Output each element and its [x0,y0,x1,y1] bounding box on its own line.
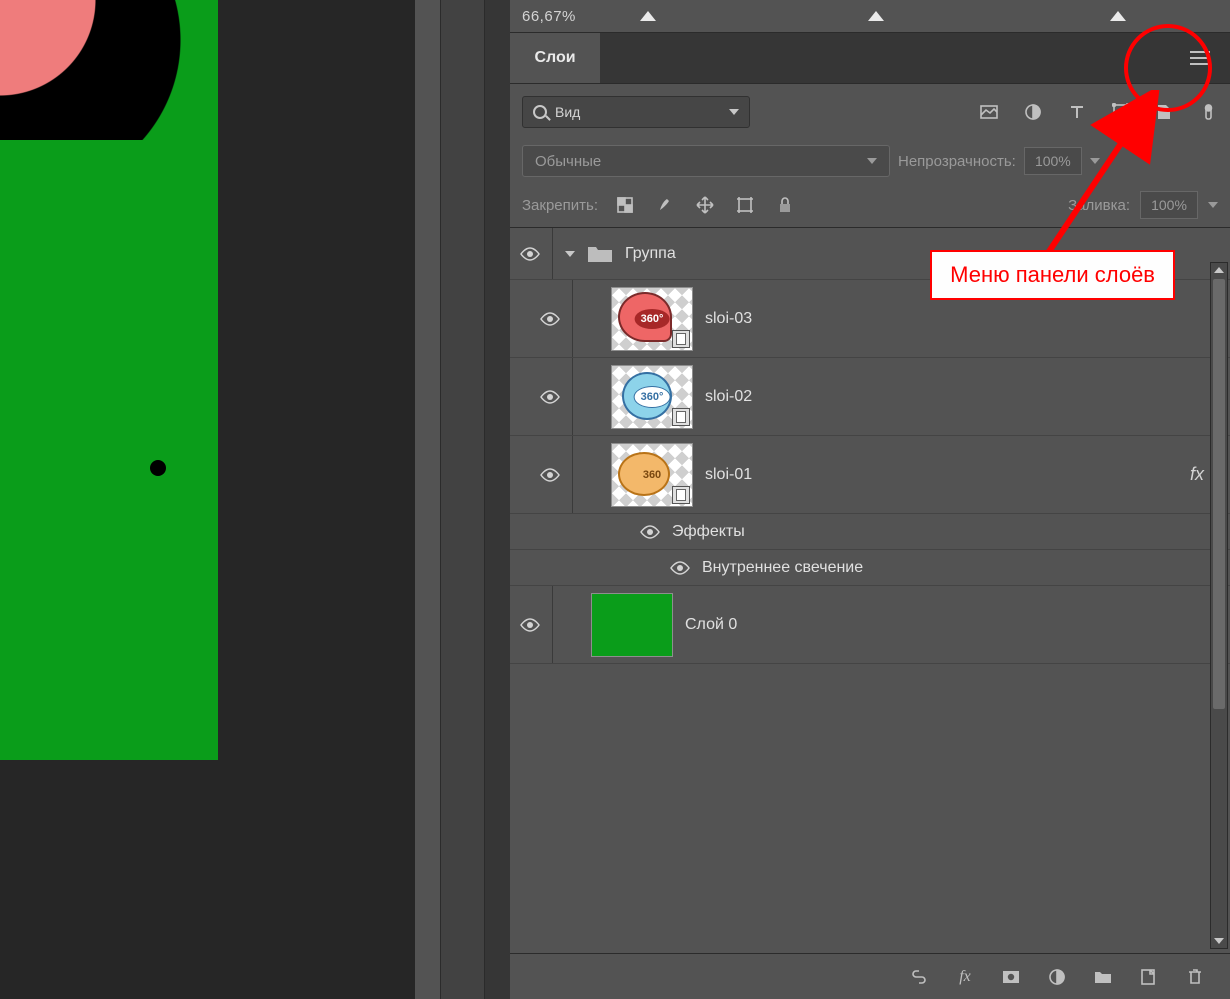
layer-filter-kind-select[interactable]: Вид [522,96,750,128]
filter-adjustment-icon[interactable] [1024,103,1042,121]
canvas-area[interactable] [0,0,415,999]
filter-pixel-icon[interactable] [980,103,998,121]
lock-label: Закрепить: [522,197,598,214]
scrollbar-thumb[interactable] [1213,279,1225,709]
slider-handle-icon[interactable] [1110,11,1126,21]
visibility-toggle[interactable] [540,390,560,404]
adjustment-layer-icon[interactable] [1048,968,1066,986]
panel-menu-button[interactable] [1170,33,1230,83]
filter-shape-icon[interactable] [1112,103,1130,121]
fill-input[interactable]: 100% [1140,191,1198,219]
blend-row: Обычные Непрозрачность: 100% [510,139,1230,183]
tab-layers[interactable]: Слои [510,33,600,83]
fx-label: fx [1190,464,1204,485]
blend-mode-value: Обычные [535,153,601,170]
chevron-down-icon [729,109,739,115]
tab-bar-spacer [600,33,1170,83]
layer-name[interactable]: sloi-02 [705,388,752,406]
filter-type-icon[interactable] [1068,103,1086,121]
slider-handle-icon[interactable] [868,11,884,21]
effect-row[interactable]: Внутреннее свечение [510,550,1230,586]
new-group-icon[interactable] [1094,968,1112,986]
expand-toggle-icon[interactable] [565,251,575,257]
layer-thumbnail[interactable] [591,593,673,657]
smartobject-badge-icon [672,486,690,504]
lock-artboard-icon[interactable] [736,196,754,214]
layer-mask-icon[interactable] [1002,968,1020,986]
scrollbar[interactable] [1210,262,1228,949]
new-layer-icon[interactable] [1140,968,1158,986]
layers-panel: 66,67% Слои Вид [510,0,1230,999]
layer-name[interactable]: sloi-03 [705,310,752,328]
filter-row: Вид [510,84,1230,139]
filter-toggle-switch[interactable] [1200,103,1218,121]
smartobject-badge-icon [672,330,690,348]
lock-all-icon[interactable] [776,196,794,214]
visibility-toggle[interactable] [670,561,690,575]
chevron-down-icon [867,158,877,164]
effect-name: Внутреннее свечение [702,559,863,577]
link-layers-icon[interactable] [910,968,928,986]
gutter-2 [485,0,510,999]
blend-mode-select[interactable]: Обычные [522,145,890,177]
lock-position-icon[interactable] [696,196,714,214]
effects-header-row[interactable]: Эффекты [510,514,1230,550]
scroll-up-icon[interactable] [1214,267,1224,273]
layers-bottom-toolbar: fx [510,953,1230,999]
smartobject-badge-icon [672,408,690,426]
chevron-down-icon[interactable] [1090,158,1100,164]
lock-row: Закрепить: Заливка: 100% [510,183,1230,227]
opacity-value: 100% [1035,153,1071,169]
layer-row[interactable]: 360 sloi-01 fx [510,436,1230,514]
layer-list: Группа 360° sloi-03 360° sloi- [510,227,1230,953]
opacity-label: Непрозрачность: [898,153,1016,170]
filter-smartobject-icon[interactable] [1156,103,1174,121]
visibility-toggle[interactable] [520,618,540,632]
layer-thumbnail[interactable]: 360° [611,287,693,351]
opacity-input[interactable]: 100% [1024,147,1082,175]
panel-tab-bar: Слои [510,32,1230,84]
fill-value: 100% [1151,197,1187,213]
tab-label: Слои [534,49,575,67]
folder-icon [587,244,613,264]
gutter-1 [415,0,440,999]
visibility-toggle[interactable] [640,525,660,539]
layer-thumbnail[interactable]: 360° [611,365,693,429]
slider-handle-icon[interactable] [640,11,656,21]
filter-kind-label: Вид [555,104,580,120]
zoom-value: 66,67% [522,8,576,25]
dock-strip[interactable] [440,0,485,999]
layer-row[interactable]: 360° sloi-02 [510,358,1230,436]
artwork [0,0,218,760]
layer-group-row[interactable]: Группа [510,228,1230,280]
search-icon [533,105,547,119]
layer-style-icon[interactable]: fx [956,968,974,986]
visibility-toggle[interactable] [540,468,560,482]
fill-label: Заливка: [1068,197,1130,214]
visibility-toggle[interactable] [520,247,540,261]
chevron-down-icon[interactable] [1208,202,1218,208]
layer-row[interactable]: 360° sloi-03 [510,280,1230,358]
layer-row[interactable]: Слой 0 [510,586,1230,664]
layer-name[interactable]: sloi-01 [705,466,752,484]
group-name[interactable]: Группа [625,245,676,263]
scroll-down-icon[interactable] [1214,938,1224,944]
effects-label: Эффекты [672,523,745,541]
layer-thumbnail[interactable]: 360 [611,443,693,507]
navigator-zoom-bar: 66,67% [510,0,1230,32]
lock-transparent-icon[interactable] [616,196,634,214]
hamburger-icon [1190,51,1210,65]
visibility-toggle[interactable] [540,312,560,326]
delete-layer-icon[interactable] [1186,968,1204,986]
lock-pixels-icon[interactable] [656,196,674,214]
layer-name[interactable]: Слой 0 [685,616,737,634]
